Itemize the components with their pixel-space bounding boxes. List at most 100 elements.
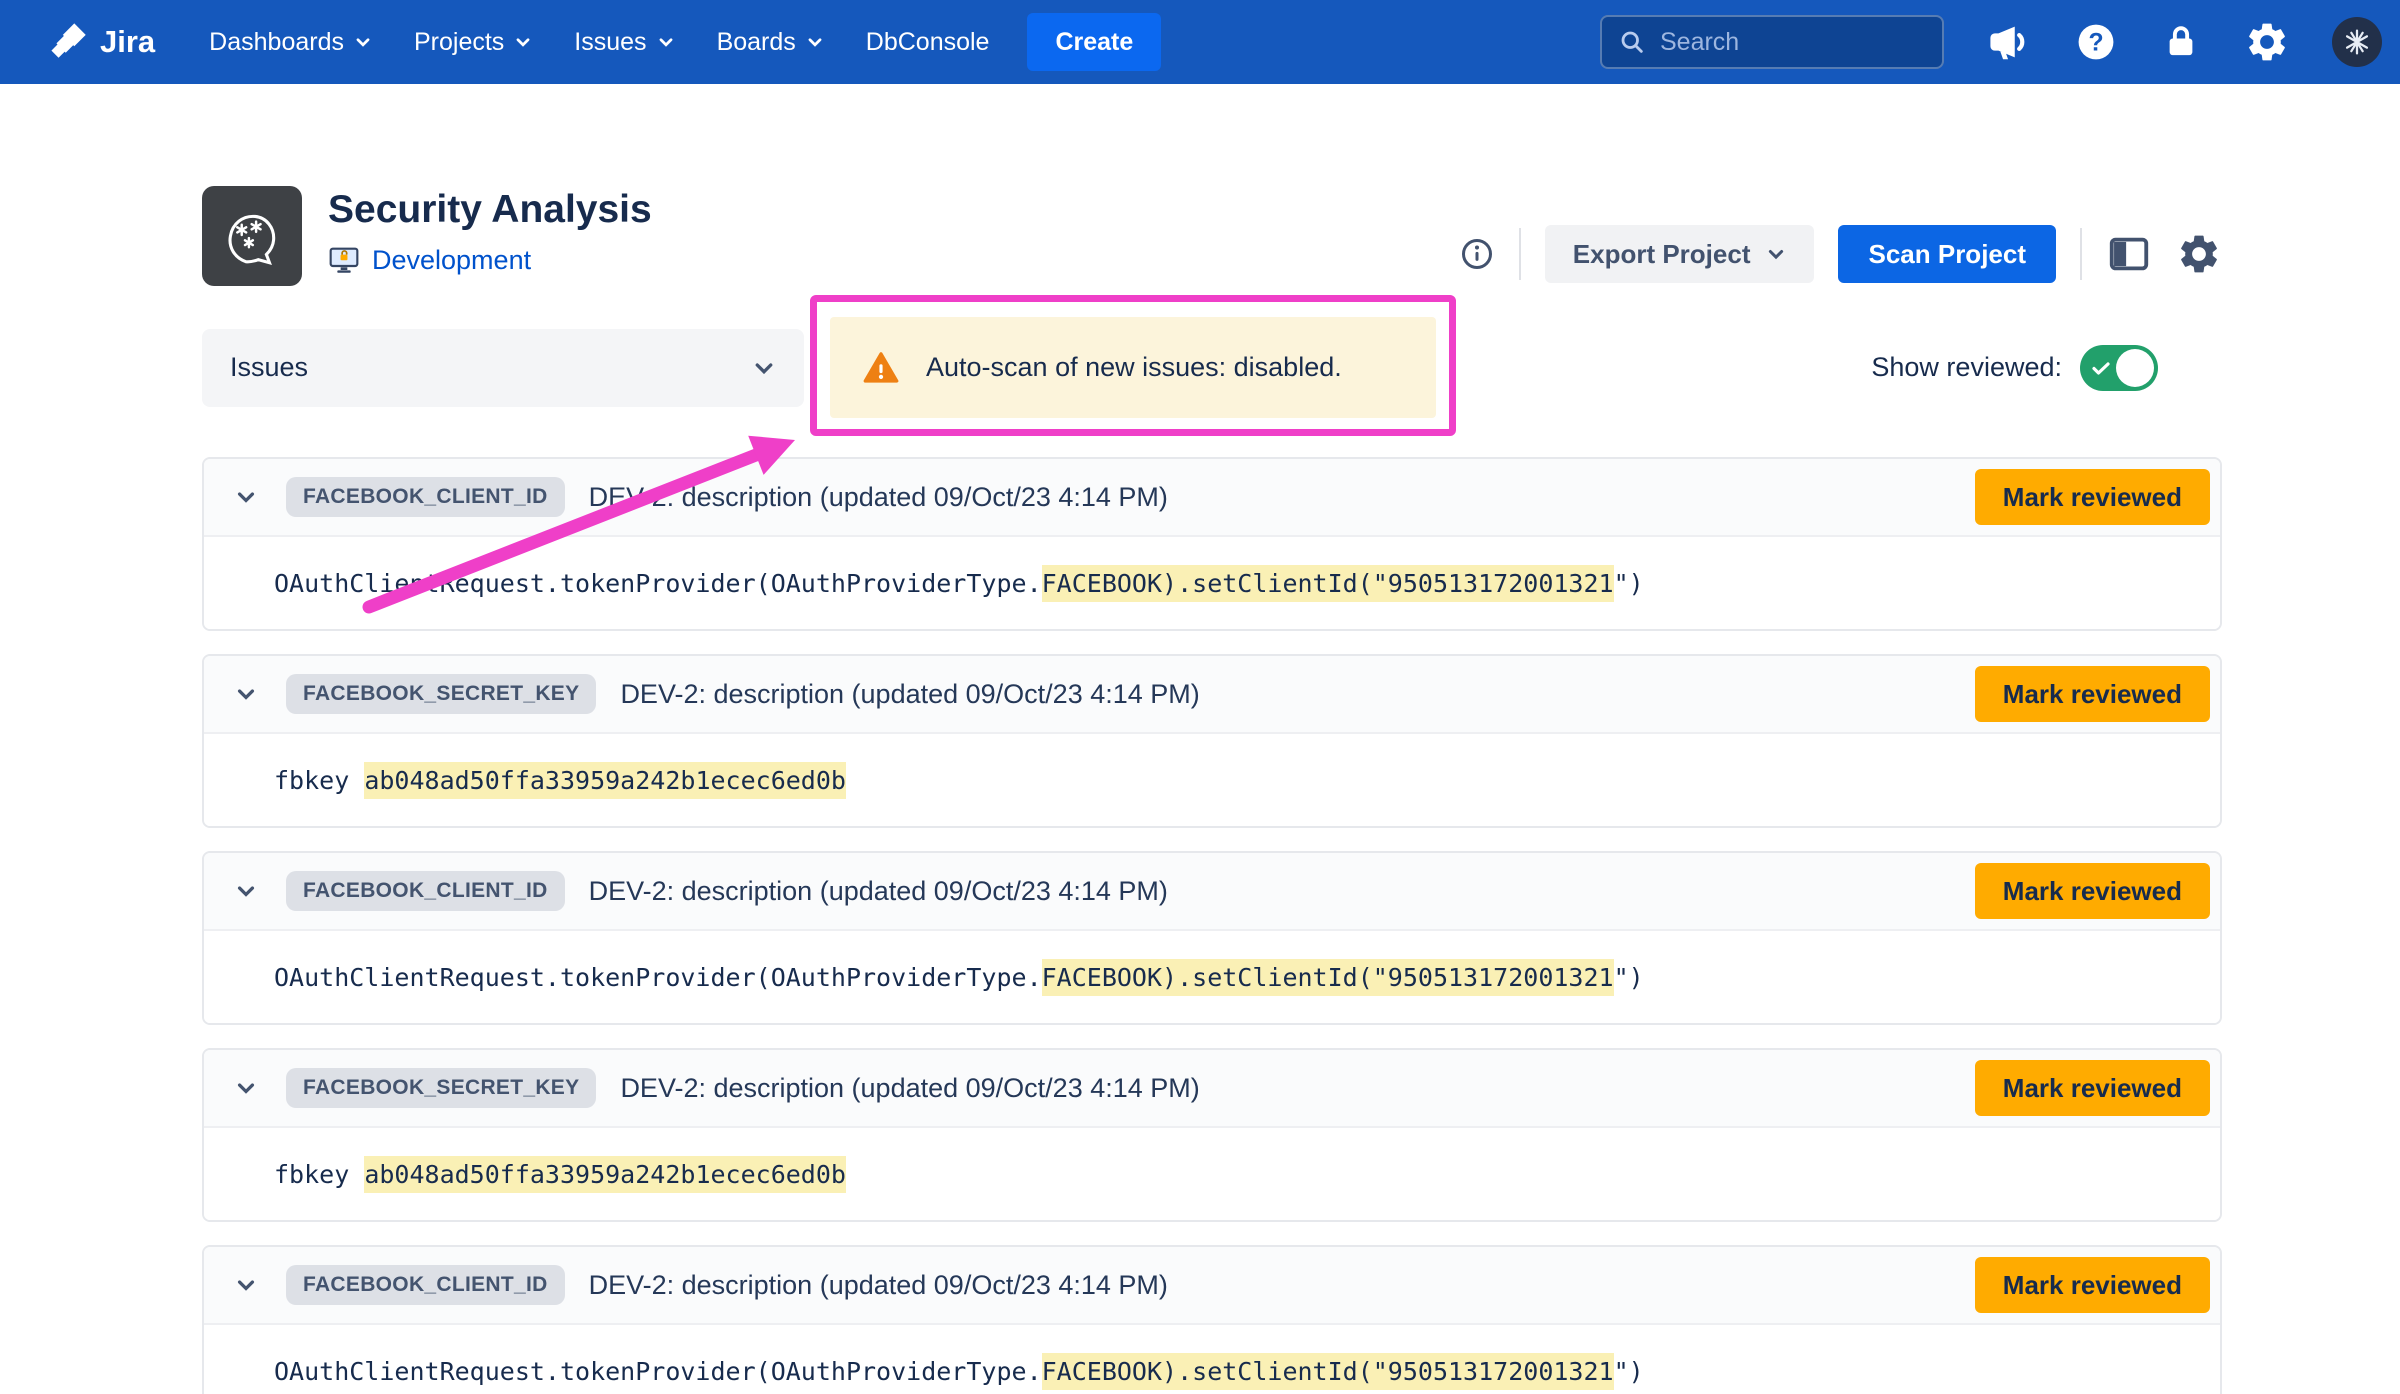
mark-reviewed-button[interactable]: Mark reviewed [1975,863,2210,919]
gear-icon[interactable] [2244,19,2290,65]
jira-logo-text: Jira [100,24,155,60]
layout-panel-icon[interactable] [2106,231,2152,277]
nav-item-label: Issues [574,28,646,57]
nav-menu: Dashboards Projects Issues Boards DbCons… [209,28,989,57]
issue-title: DEV-2: description (updated 09/Oct/23 4:… [589,876,1168,907]
info-icon[interactable] [1459,236,1495,272]
toggle-knob [2116,349,2154,387]
issue-list: FACEBOOK_CLIENT_ID DEV-2: description (u… [202,457,2222,1394]
project-link[interactable]: Development [372,245,531,276]
issue-type-badge: FACEBOOK_CLIENT_ID [286,871,565,911]
divider [2080,228,2082,280]
issue-code-row: fbkey ab048ad50ffa33959a242b1ecec6ed0b [204,1128,2220,1220]
issue-code-row: OAuthClientRequest.tokenProvider(OAuthPr… [204,537,2220,629]
issue-card: FACEBOOK_CLIENT_ID DEV-2: description (u… [202,457,2222,631]
issue-card: FACEBOOK_SECRET_KEY DEV-2: description (… [202,1048,2222,1222]
issue-card: FACEBOOK_CLIENT_ID DEV-2: description (u… [202,851,2222,1025]
warning-icon [862,349,900,387]
chevron-down-icon [752,356,776,380]
warning-text: Auto-scan of new issues: disabled. [926,352,1342,383]
nav-item-issues[interactable]: Issues [574,28,674,57]
collapse-chevron-icon[interactable] [232,680,260,708]
issue-code: fbkey ab048ad50ffa33959a242b1ecec6ed0b [274,1160,846,1189]
chevron-down-icon [657,33,675,51]
search-input[interactable] [1660,28,1926,57]
issue-code: OAuthClientRequest.tokenProvider(OAuthPr… [274,1357,1644,1386]
issue-type-badge: FACEBOOK_SECRET_KEY [286,674,596,714]
collapse-chevron-icon[interactable] [232,1271,260,1299]
nav-item-label: Dashboards [209,28,344,57]
create-button[interactable]: Create [1027,13,1161,71]
collapse-chevron-icon[interactable] [232,1074,260,1102]
project-meta: Security Analysis Development [328,186,652,286]
nav-item-label: Projects [414,28,504,57]
jira-logo-icon [50,22,90,62]
collapse-chevron-icon[interactable] [232,877,260,905]
issues-filter-value: Issues [230,352,308,383]
scan-project-button[interactable]: Scan Project [1838,225,2056,283]
user-avatar[interactable] [2332,17,2382,67]
project-subtitle: Development [328,244,652,276]
search-icon [1618,28,1646,56]
issue-card: FACEBOOK_CLIENT_ID DEV-2: description (u… [202,1245,2222,1394]
issue-code-row: fbkey ab048ad50ffa33959a242b1ecec6ed0b [204,734,2220,826]
issue-card: FACEBOOK_SECRET_KEY DEV-2: description (… [202,654,2222,828]
issue-type-badge: FACEBOOK_CLIENT_ID [286,477,565,517]
nav-item-projects[interactable]: Projects [414,28,532,57]
nav-item-label: DbConsole [866,28,990,57]
code-highlight: FACEBOOK).setClientId("950513172001321 [1042,1353,1614,1390]
collapse-chevron-icon[interactable] [232,483,260,511]
mark-reviewed-button[interactable]: Mark reviewed [1975,1257,2210,1313]
chevron-down-icon [1766,244,1786,264]
header-actions: Export Project Scan Project [1459,225,2222,283]
show-reviewed-toggle[interactable] [2080,345,2158,391]
nav-item-boards[interactable]: Boards [717,28,824,57]
export-project-label: Export Project [1573,239,1751,270]
settings-gear-icon[interactable] [2176,231,2222,277]
main-content: Security Analysis Development Export Pro… [202,186,2222,1394]
nav-item-dashboards[interactable]: Dashboards [209,28,372,57]
project-header: Security Analysis Development Export Pro… [202,186,2222,286]
issue-card-header: FACEBOOK_CLIENT_ID DEV-2: description (u… [204,1247,2220,1325]
jira-logo[interactable]: Jira [50,22,155,62]
nav-item-label: Boards [717,28,796,57]
issues-filter-select[interactable]: Issues [202,329,804,407]
code-highlight: ab048ad50ffa33959a242b1ecec6ed0b [364,762,846,799]
issue-type-badge: FACEBOOK_SECRET_KEY [286,1068,596,1108]
mark-reviewed-button[interactable]: Mark reviewed [1975,666,2210,722]
issue-code: OAuthClientRequest.tokenProvider(OAuthPr… [274,963,1644,992]
issue-card-header: FACEBOOK_CLIENT_ID DEV-2: description (u… [204,459,2220,537]
check-icon [2089,356,2113,380]
svg-text:?: ? [2088,29,2103,56]
issue-type-badge: FACEBOOK_CLIENT_ID [286,1265,565,1305]
issue-title: DEV-2: description (updated 09/Oct/23 4:… [620,679,1199,710]
issue-title: DEV-2: description (updated 09/Oct/23 4:… [589,482,1168,513]
nav-search[interactable] [1600,15,1944,69]
nav-right: ? [1600,15,2382,69]
export-project-button[interactable]: Export Project [1545,225,1815,283]
code-highlight: ab048ad50ffa33959a242b1ecec6ed0b [364,1156,846,1193]
mark-reviewed-button[interactable]: Mark reviewed [1975,1060,2210,1116]
auto-scan-warning-banner: Auto-scan of new issues: disabled. [830,317,1436,418]
show-reviewed-label: Show reviewed: [1871,352,2062,383]
issue-code: fbkey ab048ad50ffa33959a242b1ecec6ed0b [274,766,846,795]
show-reviewed-control: Show reviewed: [1871,345,2158,391]
issue-title: DEV-2: description (updated 09/Oct/23 4:… [589,1270,1168,1301]
chevron-down-icon [514,33,532,51]
announcement-icon[interactable] [1986,19,2032,65]
nav-item-dbconsole[interactable]: DbConsole [866,28,990,57]
code-highlight: FACEBOOK).setClientId("950513172001321 [1042,959,1614,996]
issue-card-header: FACEBOOK_SECRET_KEY DEV-2: description (… [204,656,2220,734]
divider [1519,228,1521,280]
code-highlight: FACEBOOK).setClientId("950513172001321 [1042,565,1614,602]
issue-code-row: OAuthClientRequest.tokenProvider(OAuthPr… [204,1325,2220,1394]
issue-card-header: FACEBOOK_SECRET_KEY DEV-2: description (… [204,1050,2220,1128]
project-avatar [202,186,302,286]
mark-reviewed-button[interactable]: Mark reviewed [1975,469,2210,525]
issue-code-row: OAuthClientRequest.tokenProvider(OAuthPr… [204,931,2220,1023]
chevron-down-icon [806,33,824,51]
top-navbar: Jira Dashboards Projects Issues Boards D… [0,0,2400,84]
filter-row: Issues Auto-scan of new issues: disabled… [202,317,2222,418]
lock-icon[interactable] [2160,21,2202,63]
help-icon[interactable]: ? [2074,20,2118,64]
